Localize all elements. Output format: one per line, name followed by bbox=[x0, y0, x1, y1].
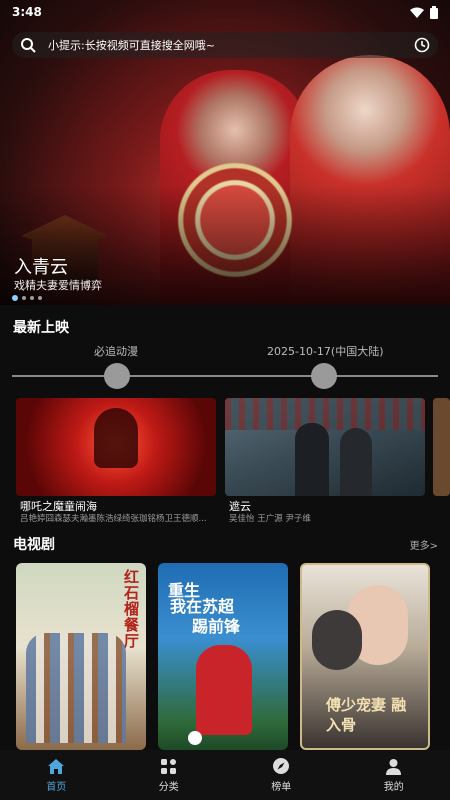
movie-cast: 吕艳婷囧森瑟夫瀚墨陈浩绿绮张珈铭杨卫王德顺... bbox=[20, 514, 207, 524]
poster-art-player bbox=[196, 645, 252, 735]
tv-heading: 电视剧 bbox=[13, 537, 55, 553]
tv-poster-restaurant[interactable]: 红石榴餐厅 bbox=[16, 563, 146, 750]
user-icon bbox=[386, 758, 402, 775]
home-icon bbox=[48, 758, 65, 774]
movie-card-peek[interactable] bbox=[433, 398, 450, 496]
nav-item-ranking[interactable]: 榜单 bbox=[225, 750, 338, 800]
card-art-figure bbox=[94, 408, 138, 468]
timeline-node[interactable] bbox=[311, 363, 337, 389]
poster-title: 傅少宠妻 融入骨 bbox=[326, 696, 407, 734]
latest-heading: 最新上映 bbox=[13, 320, 69, 336]
carousel-dot[interactable] bbox=[22, 296, 26, 300]
tv-poster-romance[interactable]: 傅少宠妻 融入骨 bbox=[300, 563, 430, 750]
tv-poster-football[interactable]: 重生 我在苏超 踢前锋 bbox=[158, 563, 288, 750]
poster-art-figure bbox=[312, 610, 362, 670]
card-art-figure bbox=[295, 423, 329, 496]
card-art-figure bbox=[340, 428, 372, 496]
nav-label: 榜单 bbox=[271, 782, 292, 793]
battery-icon bbox=[430, 5, 438, 19]
carousel-dot[interactable] bbox=[30, 296, 34, 300]
hero-subtitle: 戏精夫妻爱情博弈 bbox=[14, 279, 102, 292]
status-bar: 3:48 bbox=[0, 0, 450, 24]
timeline-node[interactable] bbox=[104, 363, 130, 389]
timeline-label: 必追动漫 bbox=[94, 345, 138, 358]
nav-label: 我的 bbox=[383, 781, 404, 793]
carousel-dot[interactable] bbox=[12, 295, 18, 301]
search-bar[interactable]: 小提示:长按视频可直接搜全网哦~ bbox=[12, 32, 438, 58]
more-link[interactable]: 更多> bbox=[410, 537, 438, 552]
movie-cast: 吴佳怡 王广源 尹子维 bbox=[229, 514, 311, 524]
movie-card-nezha[interactable] bbox=[16, 398, 216, 496]
category-icon bbox=[161, 758, 177, 774]
nav-label: 首页 bbox=[46, 781, 67, 793]
compass-icon bbox=[273, 758, 290, 774]
poster-art-ball bbox=[188, 731, 202, 745]
history-icon[interactable] bbox=[414, 37, 430, 53]
hero-title: 入青云 bbox=[14, 257, 68, 278]
nav-label: 分类 bbox=[158, 781, 179, 793]
carousel-indicator bbox=[12, 295, 42, 301]
timeline-label: 2025-10-17(中国大陆) bbox=[267, 345, 384, 358]
nav-item-category[interactable]: 分类 bbox=[113, 750, 226, 800]
nav-item-home[interactable]: 首页 bbox=[0, 750, 113, 800]
poster-art-cast bbox=[26, 633, 126, 743]
card-art-banner bbox=[225, 398, 425, 430]
wifi-icon bbox=[410, 7, 424, 18]
timeline-track bbox=[12, 375, 438, 377]
status-time: 3:48 bbox=[12, 5, 42, 19]
nav-item-profile[interactable]: 我的 bbox=[338, 750, 450, 800]
bottom-navigation: 首页 分类 榜单 我的 bbox=[0, 750, 450, 800]
search-input[interactable]: 小提示:长按视频可直接搜全网哦~ bbox=[48, 37, 414, 53]
carousel-dot[interactable] bbox=[38, 296, 42, 300]
poster-title: 红石榴餐厅 bbox=[124, 568, 140, 650]
search-icon bbox=[21, 38, 36, 53]
movie-card-zheyun[interactable] bbox=[225, 398, 425, 496]
poster-title-line3: 踢前锋 bbox=[192, 617, 241, 636]
status-icons bbox=[410, 5, 438, 19]
